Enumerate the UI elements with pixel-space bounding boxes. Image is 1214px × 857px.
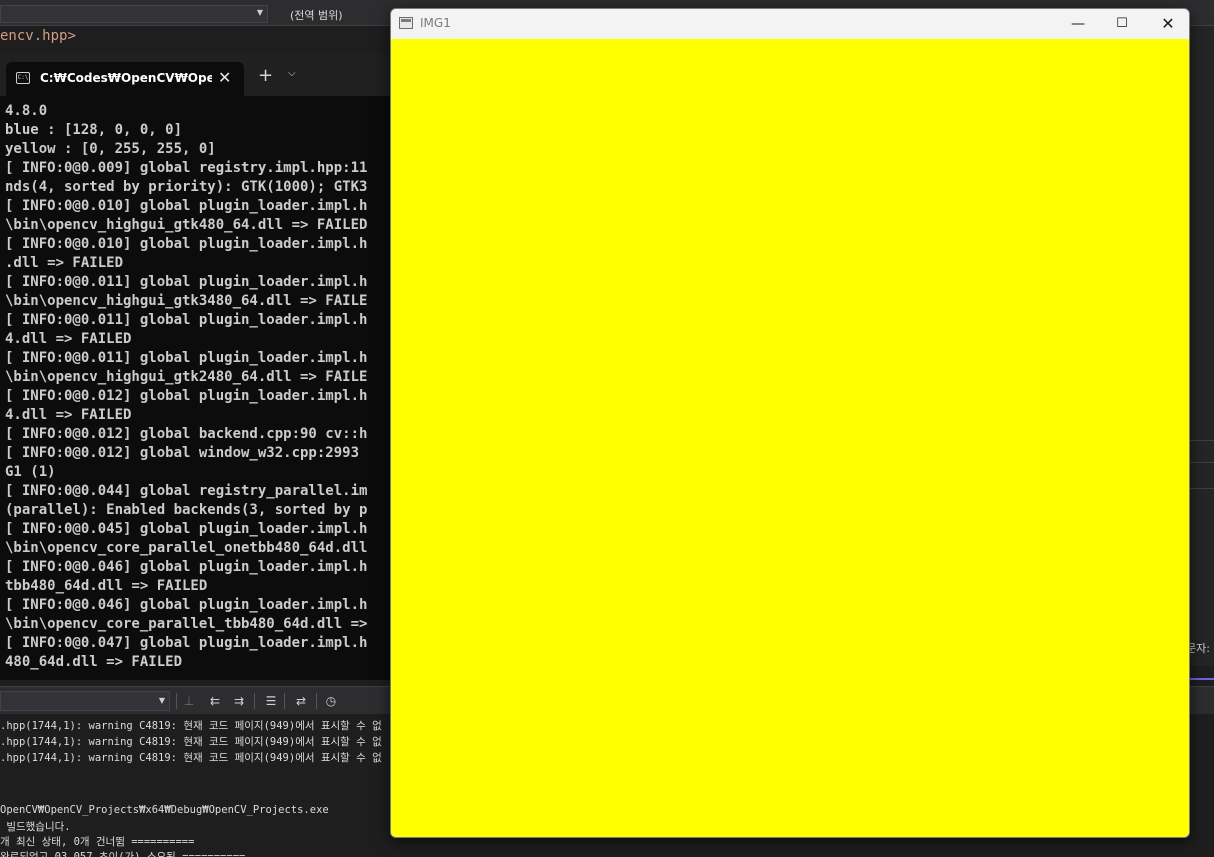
close-button[interactable]: ✕	[1145, 9, 1189, 39]
vs-output-source-dropdown[interactable]: ▼	[0, 691, 170, 711]
vs-scope-label[interactable]: (전역 범위)	[290, 7, 343, 23]
output-line: .hpp(1744,1): warning C4819: 현재 코드 페이지(9…	[0, 752, 382, 764]
terminal-line: tbb480_64d.dll => FAILED	[5, 578, 208, 594]
maximize-button[interactable]: ☐	[1099, 9, 1145, 39]
terminal-window: C:\ C:₩Codes₩OpenCV₩OpenCV ✕ + ⌵ 4.8.0 b…	[0, 54, 392, 680]
terminal-tab-bar: C:\ C:₩Codes₩OpenCV₩OpenCV ✕ + ⌵	[0, 54, 392, 96]
close-icon[interactable]: ✕	[218, 68, 231, 87]
vs-right-panel	[1190, 26, 1214, 666]
divider	[1190, 440, 1214, 441]
img1-title: IMG1	[420, 16, 451, 30]
prev-message-icon[interactable]: ⇇	[206, 692, 224, 710]
terminal-line: \bin\opencv_core_parallel_onetbb480_64d.…	[5, 540, 368, 556]
chevron-down-icon[interactable]: ⌵	[288, 68, 296, 79]
img1-window: IMG1 — ☐ ✕	[390, 8, 1190, 838]
yellow-image-canvas	[391, 39, 1189, 837]
img1-title-bar[interactable]: IMG1 — ☐ ✕	[391, 9, 1189, 39]
chevron-down-icon: ▼	[256, 8, 263, 17]
terminal-line: [ INFO:0@0.011] global plugin_loader.imp…	[5, 274, 368, 290]
divider	[1190, 462, 1214, 463]
terminal-line: blue : [128, 0, 0, 0]	[5, 122, 183, 138]
terminal-output[interactable]: 4.8.0 blue : [128, 0, 0, 0] yellow : [0,…	[0, 96, 392, 680]
terminal-line: [ INFO:0@0.011] global plugin_loader.imp…	[5, 312, 368, 328]
terminal-line: \bin\opencv_highgui_gtk2480_64.dll => FA…	[5, 369, 368, 385]
terminal-line: G1 (1)	[5, 464, 56, 480]
chevron-down-icon: ▼	[158, 696, 165, 705]
terminal-line: [ INFO:0@0.010] global plugin_loader.imp…	[5, 236, 368, 252]
new-tab-button[interactable]: +	[258, 65, 273, 86]
output-line: 개 최신 상태, 0개 건너뜀 ==========	[0, 836, 195, 848]
vs-member-dropdown[interactable]: ▼	[0, 5, 268, 23]
terminal-line: [ INFO:0@0.010] global plugin_loader.imp…	[5, 198, 368, 214]
terminal-line: \bin\opencv_highgui_gtk3480_64.dll => FA…	[5, 293, 368, 309]
toolbar-separator	[284, 693, 285, 709]
terminal-line: [ INFO:0@0.047] global plugin_loader.imp…	[5, 635, 368, 651]
clear-all-icon[interactable]: ☰	[262, 692, 280, 710]
output-line: .hpp(1744,1): warning C4819: 현재 코드 페이지(9…	[0, 736, 382, 748]
vs-accent-line	[1190, 678, 1214, 680]
terminal-line: yellow : [0, 255, 255, 0]	[5, 141, 216, 157]
terminal-line: 4.8.0	[5, 103, 48, 119]
terminal-line: [ INFO:0@0.012] global window_w32.cpp:29…	[5, 445, 360, 461]
output-line: 빌드했습니다.	[0, 821, 71, 833]
terminal-tab[interactable]: C:\ C:₩Codes₩OpenCV₩OpenCV ✕	[6, 62, 244, 96]
terminal-line: [ INFO:0@0.009] global registry.impl.hpp…	[5, 160, 368, 176]
terminal-line: [ INFO:0@0.011] global plugin_loader.imp…	[5, 350, 368, 366]
terminal-line: [ INFO:0@0.046] global plugin_loader.imp…	[5, 559, 368, 575]
divider	[1190, 488, 1214, 489]
vs-editor-include-line: encv.hpp>	[0, 28, 76, 44]
terminal-line: \bin\opencv_highgui_gtk480_64.dll => FAI…	[5, 217, 368, 233]
output-line: 완료되었고 03.057 초이(가) 소요됨 ==========	[0, 851, 246, 857]
terminal-line: [ INFO:0@0.012] global backend.cpp:90 cv…	[5, 426, 368, 442]
terminal-tab-title: C:₩Codes₩OpenCV₩OpenCV	[40, 71, 212, 85]
terminal-line: nds(4, sorted by priority): GTK(1000); G…	[5, 179, 368, 195]
next-message-icon[interactable]: ⇉	[230, 692, 248, 710]
vs-status-char-position: 문자: 7	[1186, 642, 1214, 655]
vs-include-filename: encv.hpp	[0, 28, 68, 44]
terminal-line: 4.dll => FAILED	[5, 331, 132, 347]
terminal-line: [ INFO:0@0.012] global plugin_loader.imp…	[5, 388, 368, 404]
terminal-line: 4.dll => FAILED	[5, 407, 132, 423]
terminal-line: 480_64d.dll => FAILED	[5, 654, 183, 670]
output-line: OpenCV₩OpenCV_Projects₩x64₩Debug₩OpenCV_…	[0, 804, 329, 816]
toolbar-separator	[254, 693, 255, 709]
terminal-line: (parallel): Enabled backends(3, sorted b…	[5, 502, 368, 518]
output-line: .hpp(1744,1): warning C4819: 현재 코드 페이지(9…	[0, 720, 382, 732]
terminal-line: [ INFO:0@0.045] global plugin_loader.imp…	[5, 521, 368, 537]
minimize-button[interactable]: —	[1055, 9, 1101, 39]
vs-include-bracket: >	[67, 28, 76, 44]
terminal-line: \bin\opencv_core_parallel_tbb480_64d.dll…	[5, 616, 368, 632]
console-icon: C:\	[16, 72, 30, 84]
find-icon[interactable]: ⊥	[180, 692, 198, 710]
window-app-icon	[399, 17, 413, 29]
toolbar-separator	[176, 693, 177, 709]
terminal-line: [ INFO:0@0.044] global registry_parallel…	[5, 483, 368, 499]
terminal-line: [ INFO:0@0.046] global plugin_loader.imp…	[5, 597, 368, 613]
history-icon[interactable]: ◷	[322, 692, 340, 710]
terminal-line: .dll => FAILED	[5, 255, 124, 271]
word-wrap-icon[interactable]: ⇄	[292, 692, 310, 710]
toolbar-separator	[316, 693, 317, 709]
